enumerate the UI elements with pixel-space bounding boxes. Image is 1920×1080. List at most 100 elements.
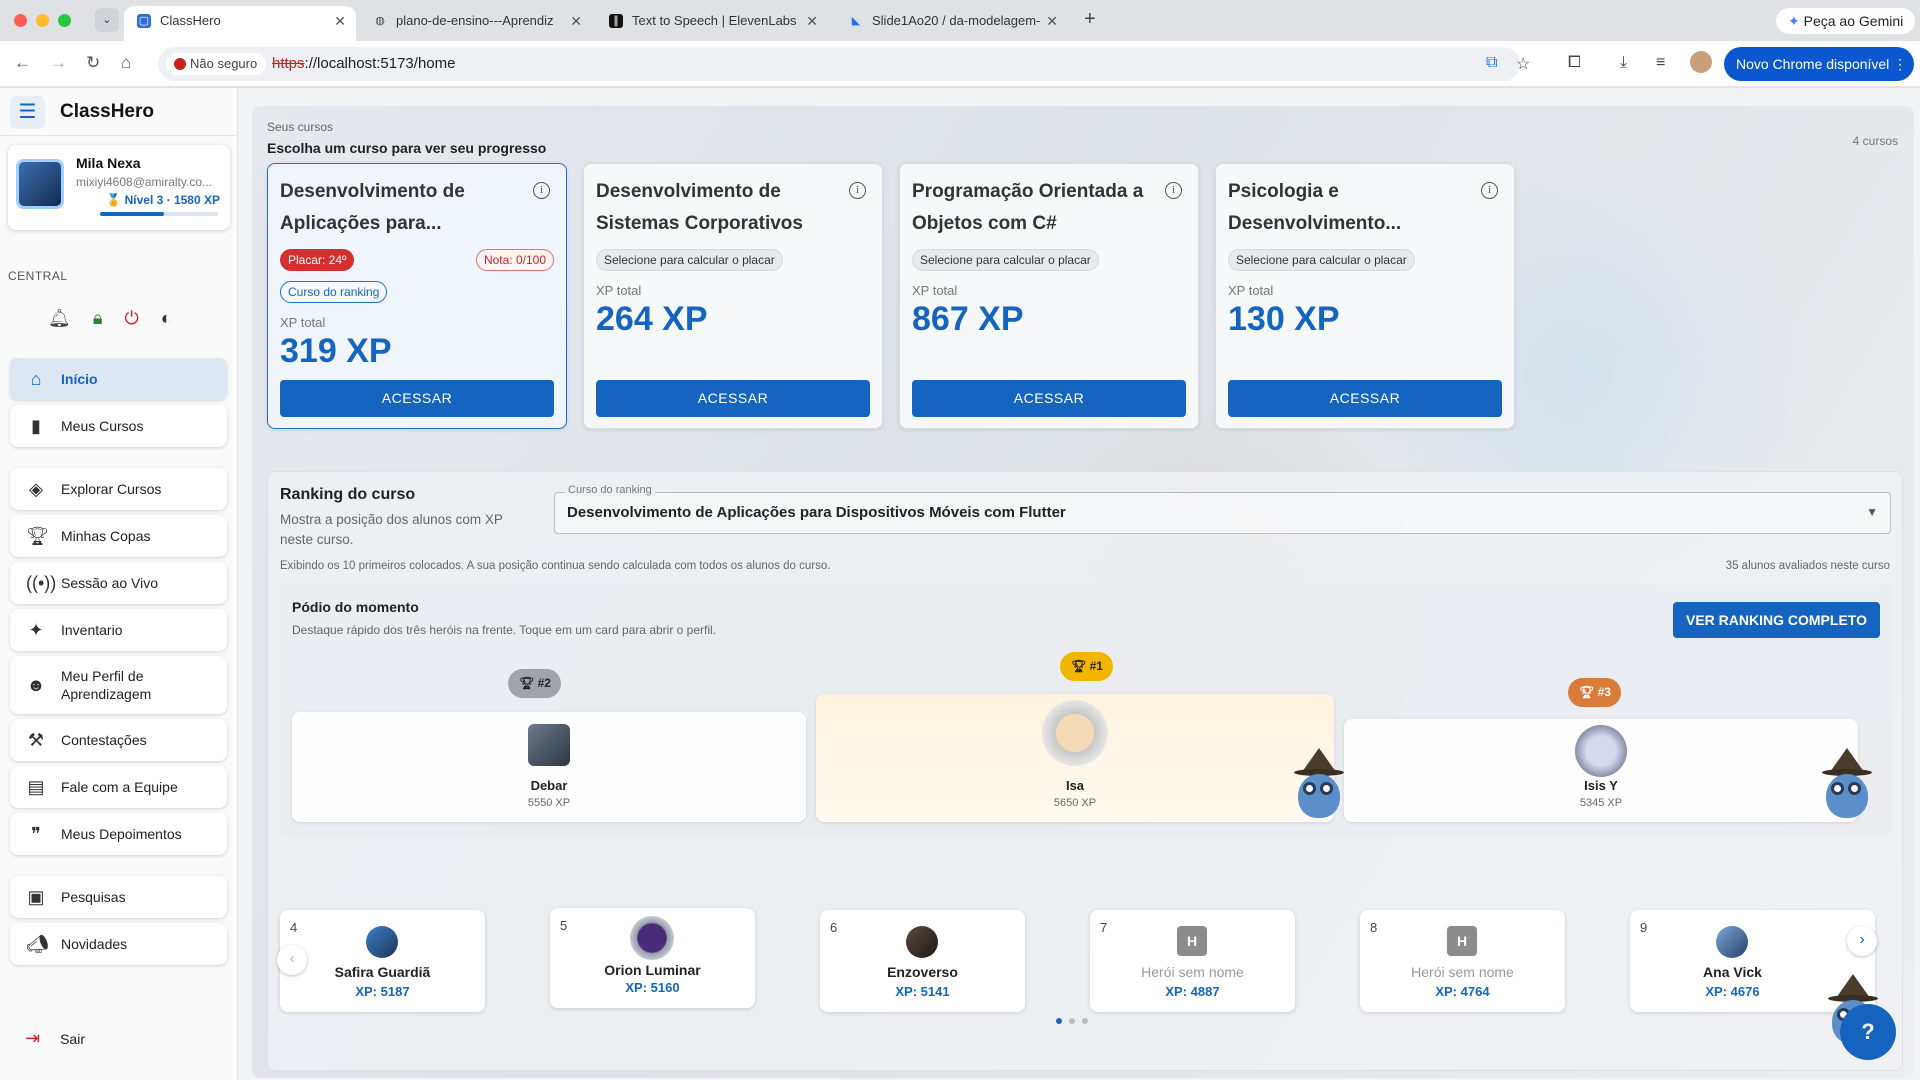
chrome-update-button[interactable]: Novo Chrome disponível ⋮	[1724, 47, 1914, 81]
help-button[interactable]: ?	[1840, 1004, 1896, 1060]
user-email: mixiyi4608@amiralty.co...	[76, 175, 212, 189]
logout-button[interactable]: ⇥ Sair	[25, 1028, 85, 1049]
close-icon[interactable]: ✕	[806, 6, 818, 36]
minimize-window-button[interactable]	[36, 14, 49, 27]
ranking-course-chip: Curso do ranking	[280, 281, 388, 303]
carousel-dot[interactable]	[1082, 1018, 1088, 1024]
ranking-card[interactable]: 5 Orion Luminar XP: 5160	[550, 908, 755, 1008]
sidebar-item-minhas-copas[interactable]: 🏆︎ Minhas Copas	[10, 515, 227, 557]
info-icon[interactable]: i	[1165, 182, 1182, 199]
sidebar-item-pesquisas[interactable]: ▣ Pesquisas	[10, 876, 227, 918]
tab-search-button[interactable]: ⌄	[95, 8, 119, 32]
extensions-icon[interactable]: ⧠	[1568, 54, 1581, 72]
ranking-course-select[interactable]: Curso do ranking Desenvolvimento de Apli…	[554, 484, 1891, 534]
close-window-button[interactable]	[14, 14, 27, 27]
close-icon[interactable]: ✕	[570, 6, 582, 36]
tab-plano[interactable]: ◍ plano-de-ensino---Aprendiz ✕	[360, 6, 592, 41]
course-card[interactable]: Programação Orientada a Objetos com C# i…	[899, 163, 1199, 429]
course-card[interactable]: Desenvolvimento de Aplicações para... i …	[267, 163, 567, 429]
maximize-window-button[interactable]	[58, 14, 71, 27]
podium-name: Isis Y	[1584, 778, 1618, 793]
profile-avatar-icon[interactable]	[1690, 51, 1712, 73]
info-icon[interactable]: i	[1481, 182, 1498, 199]
trophy-icon: 🏆︎	[1579, 685, 1595, 699]
level-progress-fill	[100, 212, 164, 216]
badge-label: #1	[1089, 659, 1103, 673]
media-icon[interactable]: ≡	[1656, 54, 1665, 72]
select-hint-chip: Selecione para calcular o placar	[912, 249, 1099, 271]
bookmark-star-icon[interactable]: ☆	[1516, 54, 1530, 74]
sidebar-item-label: Sessão ao Vivo	[61, 575, 159, 591]
sidebar-item-contestacoes[interactable]: ⚒ Contestações	[10, 719, 227, 761]
rank-xp: XP: 5187	[355, 984, 410, 999]
access-button[interactable]: ACESSAR	[912, 380, 1186, 417]
carousel-dot[interactable]	[1069, 1018, 1075, 1024]
forward-icon[interactable]: →	[50, 53, 67, 73]
podium-card-second[interactable]: Debar 5550 XP	[292, 712, 806, 822]
info-icon[interactable]: i	[849, 182, 866, 199]
course-card[interactable]: Desenvolvimento de Sistemas Corporativos…	[583, 163, 883, 429]
sidebar-item-sessao-ao-vivo[interactable]: ((•)) Sessão ao Vivo	[10, 562, 227, 604]
lock-icon[interactable]: 🔒︎	[93, 308, 103, 329]
globe-icon: ◍	[375, 15, 385, 27]
menu-icon[interactable]: ☰	[10, 96, 45, 129]
medal-icon: 🏅	[106, 193, 122, 207]
avatar-initial: H	[1177, 926, 1207, 956]
podium-card-third[interactable]: Isis Y 5345 XP	[1344, 719, 1858, 822]
sidebar-item-fale-com-equipe[interactable]: ▤ Fale com a Equipe	[10, 766, 227, 808]
avatar	[366, 926, 398, 958]
book-icon: ▮	[31, 415, 41, 436]
url-scheme: https	[272, 55, 305, 72]
tab-elevenlabs[interactable]: ∥ Text to Speech | ElevenLabs ✕	[596, 6, 828, 41]
access-button[interactable]: ACESSAR	[596, 380, 870, 417]
ranking-card[interactable]: 6 Enzoverso XP: 5141	[820, 910, 1025, 1012]
access-button[interactable]: ACESSAR	[280, 380, 554, 417]
back-icon[interactable]: ←	[14, 53, 31, 73]
reload-icon[interactable]: ↻	[86, 53, 100, 73]
xp-value: 264 XP	[596, 300, 708, 338]
podium-card-first[interactable]: Isa 5650 XP	[816, 694, 1334, 822]
download-icon[interactable]: ⤓	[1620, 54, 1627, 72]
psychology-icon: ☻	[26, 675, 46, 695]
power-icon[interactable]: ⏻	[124, 308, 138, 329]
info-icon[interactable]: i	[533, 182, 550, 199]
sidebar-item-explorar-cursos[interactable]: ◈ Explorar Cursos	[10, 468, 227, 510]
sidebar-item-perfil-aprendizagem[interactable]: ☻ Meu Perfil de Aprendizagem	[10, 656, 227, 714]
close-icon[interactable]: ✕	[1046, 6, 1058, 36]
user-level-text: Nível 3 · 1580 XP	[124, 193, 220, 207]
ranking-description: Mostra a posição dos alunos com XP neste…	[280, 512, 503, 547]
window-controls	[14, 14, 71, 27]
ranking-card[interactable]: 4 Safira Guardiã XP: 5187	[280, 910, 485, 1012]
ranking-card[interactable]: 7 H Herói sem nome XP: 4887	[1090, 910, 1295, 1012]
sidebar-item-meus-cursos[interactable]: ▮ Meus Cursos	[10, 405, 227, 447]
user-profile-card[interactable]: Mila Nexa mixiyi4608@amiralty.co... 🏅 Ní…	[8, 145, 230, 230]
security-chip[interactable]: Não seguro	[166, 53, 267, 75]
xp-label: XP total	[280, 315, 326, 330]
sidebar-item-inicio[interactable]: ⌂ Início	[10, 358, 227, 400]
bell-icon[interactable]: 🔔︎	[48, 308, 71, 329]
sidebar-item-inventario[interactable]: ✦ Inventario	[10, 609, 227, 651]
home-icon[interactable]: ⌂	[121, 53, 131, 73]
ranking-card[interactable]: 8 H Herói sem nome XP: 4764	[1360, 910, 1565, 1012]
access-button[interactable]: ACESSAR	[1228, 380, 1502, 417]
sidebar-item-depoimentos[interactable]: ❞ Meus Depoimentos	[10, 813, 227, 855]
new-tab-button[interactable]: +	[1084, 8, 1096, 31]
course-card[interactable]: Psicologia e Desenvolvimento... i Seleci…	[1215, 163, 1515, 429]
install-app-icon[interactable]: ⧉	[1486, 54, 1497, 72]
sparkle-icon: ✦	[28, 619, 44, 640]
theme-toggle-icon[interactable]: ◐	[161, 308, 172, 329]
gemini-button[interactable]: ✦ Peça ao Gemini	[1776, 8, 1916, 34]
full-ranking-button[interactable]: VER RANKING COMPLETO	[1673, 602, 1880, 638]
tab-classhero[interactable]: ▢ ClassHero ✕	[124, 6, 356, 41]
broadcast-icon: ((•))	[26, 572, 57, 593]
sidebar-item-novidades[interactable]: 📣︎ Novidades	[10, 923, 227, 965]
carousel-dot[interactable]	[1056, 1018, 1062, 1024]
tab-slide[interactable]: ◣ Slide1Ao20 / da-modelagem- ✕	[836, 6, 1068, 41]
address-bar[interactable]: Não seguro https://localhost:5173/home ⧉…	[158, 47, 1530, 81]
courses-title: Escolha um curso para ver seu progresso	[267, 140, 547, 156]
user-level: 🏅 Nível 3 · 1580 XP	[106, 193, 220, 207]
close-icon[interactable]: ✕	[334, 6, 346, 36]
sidebar-item-label: Minhas Copas	[61, 528, 151, 544]
carousel-prev-button[interactable]: ‹	[277, 945, 307, 975]
carousel-next-button[interactable]: ›	[1847, 926, 1877, 956]
